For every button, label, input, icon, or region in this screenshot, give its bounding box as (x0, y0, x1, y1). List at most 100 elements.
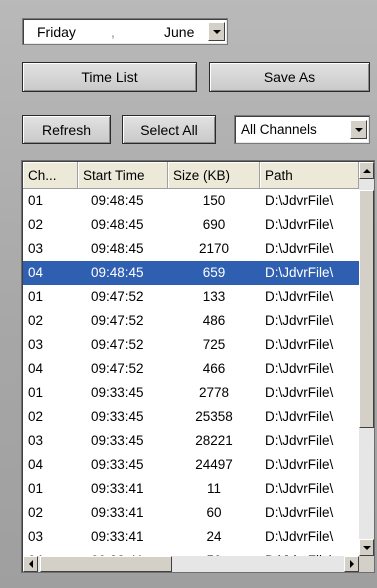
table-row[interactable]: 02 09:47:52 486 D:\JdvrFile\ (23, 309, 359, 333)
cell-size: 24 (206, 529, 222, 544)
cell-channel: 01 (28, 289, 44, 304)
table-body: 01 09:48:45 150 D:\JdvrFile\ 02 09:48:45 690 D:… (23, 189, 359, 572)
time-list-button[interactable]: Time List (22, 62, 197, 92)
cell-start-time: 09:33:41 (91, 505, 144, 520)
scroll-down-button[interactable] (359, 539, 374, 556)
cell-start-time: 09:33:45 (91, 385, 144, 400)
cell-start-time: 09:33:45 (91, 409, 144, 424)
cell-channel: 01 (28, 193, 44, 208)
cell-size: 486 (202, 313, 226, 328)
save-as-button[interactable]: Save As (209, 62, 370, 92)
cell-size: 28221 (195, 433, 233, 448)
select-all-button[interactable]: Select All (122, 115, 216, 144)
horizontal-scroll-thumb[interactable] (40, 556, 172, 572)
scroll-left-button[interactable] (23, 556, 38, 572)
table-row[interactable]: 03 09:33:45 28221 D:\JdvrFile\ (23, 429, 359, 453)
cell-channel: 03 (28, 529, 44, 544)
cell-path: D:\JdvrFile\ (265, 217, 334, 232)
refresh-button[interactable]: Refresh (22, 115, 111, 144)
table-row[interactable]: 02 09:48:45 690 D:\JdvrFile\ (23, 213, 359, 237)
channel-filter-value: All Channels (241, 122, 317, 137)
cell-channel: 04 (28, 361, 44, 376)
cell-size: 659 (202, 265, 226, 280)
cell-path: D:\JdvrFile\ (265, 313, 334, 328)
column-header-size[interactable]: Size (KB) (168, 162, 260, 189)
arrow-right-icon (349, 560, 354, 568)
cell-size: 60 (206, 505, 222, 520)
cell-path: D:\JdvrFile\ (265, 337, 334, 352)
cell-path: D:\JdvrFile\ (265, 193, 334, 208)
cell-start-time: 09:47:52 (91, 313, 144, 328)
scroll-right-button[interactable] (344, 556, 359, 572)
channel-dropdown-button[interactable] (350, 120, 367, 139)
cell-start-time: 09:47:52 (91, 361, 144, 376)
cell-path: D:\JdvrFile\ (265, 481, 334, 496)
channel-filter-select[interactable]: All Channels (234, 115, 370, 144)
cell-path: D:\JdvrFile\ (265, 241, 334, 256)
table-row[interactable]: 03 09:48:45 2170 D:\JdvrFile\ (23, 237, 359, 261)
scroll-up-button[interactable] (359, 162, 374, 179)
cell-start-time: 09:48:45 (91, 241, 144, 256)
table-row[interactable]: 03 09:33:41 24 D:\JdvrFile\ (23, 525, 359, 549)
cell-channel: 03 (28, 337, 44, 352)
cell-channel: 02 (28, 409, 44, 424)
date-separator: , (111, 24, 115, 40)
column-header-path[interactable]: Path (260, 162, 359, 189)
cell-path: D:\JdvrFile\ (265, 361, 334, 376)
cell-channel: 02 (28, 217, 44, 232)
table-row[interactable]: 03 09:47:52 725 D:\JdvrFile\ (23, 333, 359, 357)
table-row[interactable]: 01 09:33:45 2778 D:\JdvrFile\ (23, 381, 359, 405)
cell-path: D:\JdvrFile\ (265, 289, 334, 304)
cell-size: 466 (202, 361, 226, 376)
table-row[interactable]: 02 09:33:41 60 D:\JdvrFile\ (23, 501, 359, 525)
table-row[interactable]: 01 09:47:52 133 D:\JdvrFile\ (23, 285, 359, 309)
recordings-table[interactable]: Ch... Start Time Size (KB) Path 01 09:48:… (21, 160, 375, 573)
cell-size: 2778 (198, 385, 230, 400)
cell-start-time: 09:33:45 (91, 433, 144, 448)
table-header: Ch... Start Time Size (KB) Path (23, 162, 359, 189)
cell-channel: 01 (28, 481, 44, 496)
table-row[interactable]: 01 09:48:45 150 D:\JdvrFile\ (23, 189, 359, 213)
cell-size: 24497 (195, 457, 233, 472)
horizontal-scrollbar[interactable] (23, 556, 359, 572)
column-header-start-time[interactable]: Start Time (78, 162, 168, 189)
column-header-channel[interactable]: Ch... (23, 162, 78, 189)
table-row[interactable]: 01 09:33:41 11 D:\JdvrFile\ (23, 477, 359, 501)
arrow-left-icon (28, 560, 33, 568)
table-row[interactable]: 02 09:33:45 25358 D:\JdvrFile\ (23, 405, 359, 429)
vertical-scrollbar[interactable] (359, 162, 374, 556)
arrow-down-icon (362, 545, 371, 550)
cell-path: D:\JdvrFile\ (265, 385, 334, 400)
cell-size: 725 (202, 337, 226, 352)
cell-start-time: 09:48:45 (91, 217, 144, 232)
cell-start-time: 09:47:52 (91, 289, 144, 304)
chevron-down-icon (354, 127, 363, 132)
cell-channel: 02 (28, 505, 44, 520)
table-row[interactable]: 04 09:48:45 659 D:\JdvrFile\ (23, 261, 359, 285)
table-row[interactable]: 04 09:47:52 466 D:\JdvrFile\ (23, 357, 359, 381)
cell-size: 11 (206, 481, 221, 496)
cell-start-time: 09:33:41 (91, 481, 144, 496)
month-value: June (164, 24, 195, 40)
cell-size: 25358 (195, 409, 233, 424)
cell-path: D:\JdvrFile\ (265, 457, 334, 472)
cell-size: 150 (202, 193, 226, 208)
scrollbar-corner (359, 556, 374, 572)
cell-channel: 04 (28, 457, 44, 472)
cell-start-time: 09:48:45 (91, 193, 144, 208)
vertical-scroll-thumb[interactable] (359, 190, 374, 428)
cell-path: D:\JdvrFile\ (265, 409, 334, 424)
cell-start-time: 09:48:45 (91, 265, 144, 280)
cell-size: 2170 (198, 241, 230, 256)
chevron-down-icon (212, 29, 221, 34)
date-dropdown-button[interactable] (208, 22, 225, 41)
cell-size: 133 (202, 289, 226, 304)
date-selector[interactable]: Friday , June (22, 18, 228, 45)
cell-path: D:\JdvrFile\ (265, 433, 334, 448)
cell-path: D:\JdvrFile\ (265, 529, 334, 544)
table-row[interactable]: 04 09:33:45 24497 D:\JdvrFile\ (23, 453, 359, 477)
cell-start-time: 09:33:41 (91, 529, 144, 544)
cell-channel: 02 (28, 313, 44, 328)
cell-size: 690 (202, 217, 226, 232)
recording-panel: Friday , June Time List Save As Refresh … (0, 0, 377, 588)
